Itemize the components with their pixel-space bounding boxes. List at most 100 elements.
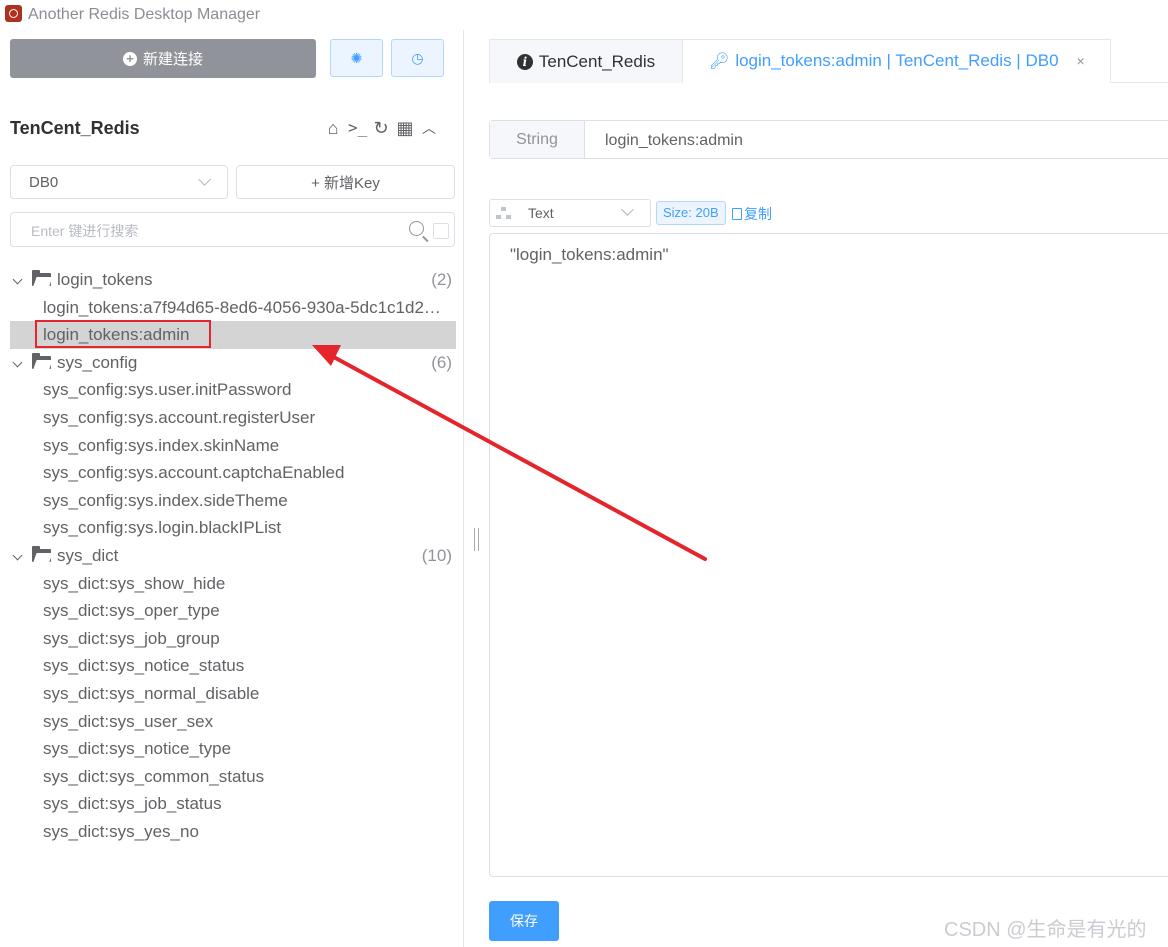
value-editor[interactable]: "login_tokens:admin" — [489, 233, 1168, 877]
tree-key[interactable]: login_tokens:a7f94d65-8ed6-4056-930a-5dc… — [10, 294, 456, 322]
refresh-icon[interactable]: ↻ — [372, 118, 390, 139]
title-bar: Another Redis Desktop Manager — [0, 0, 1168, 30]
panel-divider — [463, 30, 464, 947]
home-icon[interactable]: ⌂ — [324, 118, 342, 139]
key-name: sys_dict:sys_oper_type — [43, 601, 220, 621]
key-type-label: String — [490, 121, 585, 158]
caret-down-icon[interactable] — [12, 550, 23, 561]
chevron-down-icon — [198, 173, 211, 186]
copy-label: 复制 — [744, 206, 772, 222]
tree-key[interactable]: sys_dict:sys_job_group — [10, 625, 456, 653]
tab-label: login_tokens:admin | TenCent_Redis | DB0 — [735, 51, 1059, 70]
add-key-button[interactable]: + 新增Key — [236, 165, 455, 199]
tree-key[interactable]: sys_config:sys.login.blackIPList — [10, 514, 456, 542]
key-name: sys_config:sys.index.skinName — [43, 435, 280, 455]
key-name: sys_dict:sys_notice_status — [43, 656, 245, 676]
value-text[interactable]: "login_tokens:admin" — [510, 245, 669, 265]
key-name: sys_dict:sys_common_status — [43, 766, 265, 786]
key-icon: 🔑︎ — [709, 53, 730, 70]
connection-actions: ⌂ >_ ↻ ▦ ︿ — [324, 118, 438, 139]
tab-bar: i TenCent_Redis 🔑︎ login_tokens:admin | … — [489, 39, 1168, 83]
tree-key[interactable]: sys_dict:sys_notice_status — [10, 652, 456, 680]
tree-key[interactable]: sys_config:sys.user.initPassword — [10, 376, 456, 404]
gear-icon: ✺ — [350, 49, 363, 66]
tree-folder[interactable]: sys_dict (10) — [10, 542, 456, 570]
document-icon — [732, 208, 742, 220]
tree-key[interactable]: sys_dict:sys_oper_type — [10, 597, 456, 625]
tree-key[interactable]: sys_config:sys.account.captchaEnabled — [10, 459, 456, 487]
folder-name: sys_config — [57, 352, 138, 372]
key-header: String — [489, 120, 1168, 160]
terminal-icon[interactable]: >_ — [348, 118, 367, 139]
tree-key[interactable]: sys_dict:sys_yes_no — [10, 818, 456, 846]
grid-icon[interactable]: ▦ — [396, 118, 414, 139]
key-name: login_tokens:a7f94d65-8ed6-4056-930a-5dc… — [43, 297, 441, 317]
folder-name: login_tokens — [57, 270, 153, 289]
tree-key[interactable]: sys_dict:sys_common_status — [10, 763, 456, 791]
watermark: CSDN @生命是有光的 — [944, 919, 1147, 941]
tree-folder[interactable]: login_tokens (2) — [10, 266, 456, 294]
search-icon[interactable] — [409, 221, 424, 236]
key-name: sys_dict:sys_show_hide — [43, 573, 226, 593]
folder-name: sys_dict — [57, 545, 119, 565]
tree-key[interactable]: sys_dict:sys_job_status — [10, 790, 456, 818]
tab-key-detail[interactable]: 🔑︎ login_tokens:admin | TenCent_Redis | … — [682, 39, 1111, 83]
db-select[interactable]: DB0 — [10, 165, 228, 199]
key-name: sys_dict:sys_job_group — [43, 628, 220, 648]
folder-count: (10) — [421, 545, 452, 565]
folder-count: (2) — [431, 270, 452, 289]
key-name: sys_dict:sys_job_status — [43, 794, 222, 814]
tree-key[interactable]: sys_config:sys.account.registerUser — [10, 404, 456, 432]
new-connection-button[interactable]: + 新建连接 — [10, 39, 316, 78]
tab-label: TenCent_Redis — [538, 51, 656, 71]
size-badge: Size: 20B — [656, 201, 726, 225]
tree-key[interactable]: sys_dict:sys_normal_disable — [10, 680, 456, 708]
info-icon: i — [516, 53, 533, 70]
sitemap-icon — [496, 207, 511, 220]
tree-key-selected[interactable]: login_tokens:admin — [10, 320, 456, 349]
copy-button[interactable]: 复制 — [732, 204, 772, 224]
key-name-input[interactable] — [603, 121, 1147, 160]
folder-count: (6) — [431, 352, 452, 372]
clock-icon: ◷ — [411, 49, 424, 66]
format-value: Text — [528, 205, 554, 221]
caret-down-icon[interactable] — [12, 357, 23, 368]
window-title: Another Redis Desktop Manager — [28, 6, 261, 23]
tree-key[interactable]: sys_config:sys.index.sideTheme — [10, 487, 456, 515]
tree-key[interactable]: sys_dict:sys_user_sex — [10, 708, 456, 736]
settings-button[interactable]: ✺ — [330, 39, 383, 77]
resize-handle[interactable] — [474, 528, 479, 551]
key-name: sys_config:sys.account.captchaEnabled — [43, 463, 345, 483]
key-name: sys_config:sys.account.registerUser — [43, 407, 316, 427]
caret-down-icon[interactable] — [12, 274, 23, 285]
key-name: sys_dict:sys_user_sex — [43, 711, 214, 731]
new-connection-label: 新建连接 — [142, 51, 203, 68]
search-input[interactable] — [29, 219, 393, 243]
search-box — [10, 212, 455, 247]
tree-key[interactable]: sys_dict:sys_notice_type — [10, 735, 456, 763]
chevron-down-icon — [621, 203, 634, 216]
tab-connection[interactable]: i TenCent_Redis — [489, 39, 683, 83]
connection-name: TenCent_Redis — [10, 118, 140, 138]
key-tree: login_tokens (2) login_tokens:a7f94d65-8… — [10, 266, 456, 845]
key-name: sys_dict:sys_normal_disable — [43, 683, 260, 703]
app-logo-icon — [5, 5, 22, 22]
key-name: sys_config:sys.user.initPassword — [43, 380, 292, 400]
save-button[interactable]: 保存 — [489, 901, 559, 941]
key-name: sys_config:sys.index.sideTheme — [43, 490, 288, 510]
key-name: sys_dict:sys_yes_no — [43, 821, 199, 841]
folder-open-icon — [32, 545, 51, 562]
tree-folder[interactable]: sys_config (6) — [10, 349, 456, 377]
format-select[interactable]: Text — [489, 199, 651, 227]
annotation-highlight-box — [35, 320, 211, 349]
tree-key[interactable]: sys_config:sys.index.skinName — [10, 432, 456, 460]
key-name: sys_config:sys.login.blackIPList — [43, 518, 282, 538]
chevron-up-icon[interactable]: ︿ — [420, 118, 438, 139]
folder-open-icon — [32, 270, 51, 286]
history-button[interactable]: ◷ — [391, 39, 444, 77]
tree-key[interactable]: sys_dict:sys_show_hide — [10, 570, 456, 598]
key-name: sys_dict:sys_notice_type — [43, 739, 232, 759]
exact-search-checkbox[interactable] — [433, 223, 449, 239]
plus-circle-icon: + — [122, 51, 137, 66]
close-icon[interactable]: × — [1077, 53, 1085, 69]
